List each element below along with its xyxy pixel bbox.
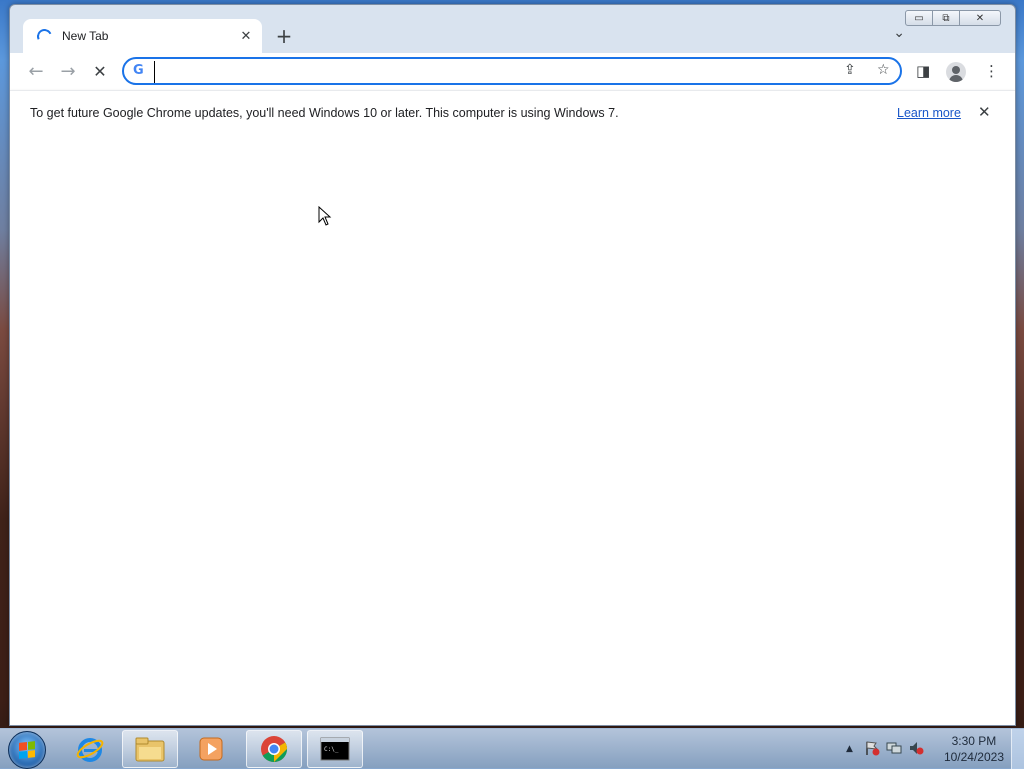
start-button[interactable] [8, 731, 46, 769]
forward-button[interactable]: → [55, 59, 81, 85]
share-icon[interactable]: ⇪ [844, 62, 856, 78]
tab-new-tab[interactable]: New Tab ✕ [23, 19, 262, 53]
taskbar: C:\_ ▲ 3:30 PM 10/24/2023 [0, 728, 1024, 769]
maximize-button[interactable]: ⧉ [932, 10, 960, 26]
stop-loading-button[interactable]: ✕ [87, 59, 113, 85]
clock-date: 10/24/2023 [943, 750, 1004, 764]
page-content[interactable] [10, 135, 1015, 725]
toolbar: ← → ✕ G ⇪ ☆ ◨ ⋮ [10, 53, 1015, 90]
show-hidden-icons-button[interactable]: ▲ [846, 744, 853, 754]
omnibox[interactable]: G ⇪ ☆ [122, 57, 902, 85]
clock-time: 3:30 PM [951, 734, 997, 748]
infobar-message: To get future Google Chrome updates, you… [30, 106, 619, 120]
loading-spinner-icon [34, 26, 55, 46]
learn-more-link[interactable]: Learn more [897, 106, 961, 120]
infobar-close-icon[interactable]: ✕ [978, 103, 991, 121]
show-desktop-button[interactable] [1011, 729, 1024, 769]
window-controls: ▭ ⧉ ✕ [905, 10, 1001, 26]
svg-text:C:\_: C:\_ [324, 746, 339, 753]
profile-avatar[interactable] [946, 62, 966, 82]
chrome-icon[interactable] [246, 730, 302, 768]
network-icon[interactable] [886, 740, 902, 756]
tab-close-icon[interactable]: ✕ [236, 29, 256, 44]
system-tray: ▲ 3:30 PM 10/24/2023 [834, 729, 1024, 769]
mouse-pointer-icon [318, 206, 332, 226]
menu-kebab-icon[interactable]: ⋮ [984, 62, 999, 80]
chrome-window: ▭ ⧉ ✕ New Tab ✕ + ⌄ ← → ✕ G ⇪ ☆ ◨ ⋮ To g… [9, 4, 1016, 726]
address-input[interactable] [154, 61, 809, 83]
side-panel-icon[interactable]: ◨ [916, 62, 930, 80]
back-button[interactable]: ← [23, 59, 49, 85]
minimize-button[interactable]: ▭ [905, 10, 933, 26]
action-center-flag-icon[interactable] [864, 740, 880, 756]
tab-title: New Tab [62, 29, 109, 43]
volume-muted-icon[interactable] [908, 740, 924, 756]
close-window-button[interactable]: ✕ [959, 10, 1001, 26]
bookmark-star-icon[interactable]: ☆ [877, 62, 890, 78]
file-explorer-icon[interactable] [122, 730, 178, 768]
media-player-icon[interactable] [183, 730, 239, 768]
update-infobar: To get future Google Chrome updates, you… [10, 90, 1015, 136]
windows-logo-icon [19, 741, 35, 759]
internet-explorer-icon[interactable] [62, 730, 118, 768]
google-g-icon: G [133, 63, 144, 78]
clock[interactable]: 3:30 PM 10/24/2023 [944, 733, 1004, 765]
command-prompt-icon[interactable]: C:\_ [307, 730, 363, 768]
new-tab-button[interactable]: + [272, 25, 296, 47]
tab-search-button[interactable]: ⌄ [893, 25, 905, 41]
